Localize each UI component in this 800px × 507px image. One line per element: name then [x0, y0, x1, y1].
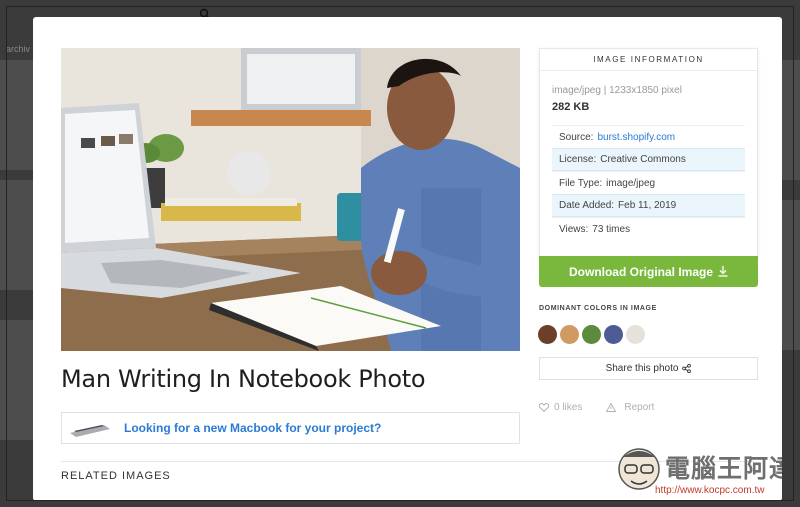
image-information-card: IMAGE INFORMATION image/jpeg | 1233x1850… — [539, 48, 758, 260]
watermark-brand: 電腦王阿達 — [665, 454, 782, 483]
source-link[interactable]: burst.shopify.com — [597, 132, 675, 143]
info-row-key: License: — [559, 154, 597, 165]
info-row-license: License: Creative Commons — [552, 148, 745, 171]
info-row-value: Creative Commons — [600, 154, 686, 165]
background-thumbnail — [0, 320, 33, 440]
watermark: 電腦王阿達 http://www.kocpc.com.tw — [615, 445, 782, 501]
macbook-promo-banner[interactable]: Looking for a new Macbook for your proje… — [61, 412, 520, 444]
report-link[interactable]: Report — [624, 402, 654, 413]
social-actions: 0 likes Report — [539, 402, 654, 413]
color-swatch[interactable] — [560, 325, 579, 344]
download-icon — [718, 266, 728, 277]
background-label: archiv — [6, 44, 31, 54]
download-button-label: Download Original Image — [568, 264, 714, 279]
image-file-size: 282 KB — [552, 101, 590, 113]
info-row-date-added: Date Added: Feb 11, 2019 — [552, 194, 745, 217]
background-thumbnail — [0, 60, 33, 170]
share-photo-button[interactable]: Share this photo — [539, 357, 758, 380]
info-row-source: Source: burst.shopify.com — [552, 125, 745, 148]
background-thumbnail — [782, 60, 800, 180]
warning-icon[interactable] — [606, 403, 617, 412]
color-swatches — [538, 325, 648, 344]
info-row-key: Date Added: — [559, 200, 615, 211]
image-detail-modal: Man Writing In Notebook Photo Looking fo… — [33, 17, 782, 501]
background-thumbnail — [782, 200, 800, 350]
info-row-key: Views: — [559, 223, 589, 235]
info-row-value: image/jpeg — [606, 177, 656, 189]
info-row-views: Views: 73 times — [552, 217, 745, 240]
page-title: Man Writing In Notebook Photo — [61, 365, 426, 393]
info-row-key: File Type: — [559, 177, 603, 189]
color-swatch[interactable] — [538, 325, 557, 344]
info-row-value: Feb 11, 2019 — [618, 200, 677, 211]
related-images-heading: RELATED IMAGES — [61, 470, 171, 482]
background-thumbnail — [0, 180, 33, 290]
color-swatch[interactable] — [626, 325, 645, 344]
share-icon — [682, 364, 692, 373]
download-original-button[interactable]: Download Original Image — [539, 256, 758, 287]
dominant-colors-label: DOMINANT COLORS IN IMAGE — [539, 305, 657, 312]
image-information-header: IMAGE INFORMATION — [540, 49, 757, 71]
info-row-file-type: File Type: image/jpeg — [552, 171, 745, 194]
color-swatch[interactable] — [604, 325, 623, 344]
likes-count[interactable]: 0 likes — [554, 402, 582, 413]
color-swatch[interactable] — [582, 325, 601, 344]
main-photo[interactable] — [61, 48, 520, 351]
image-mime-dimensions: image/jpeg | 1233x1850 pixel — [552, 85, 682, 96]
info-row-key: Source: — [559, 131, 594, 143]
macbook-thumbnail — [70, 425, 110, 437]
share-button-label: Share this photo — [605, 363, 679, 374]
photo-illustration — [61, 48, 520, 351]
info-row-value: 73 times — [592, 223, 631, 235]
macbook-promo-link[interactable]: Looking for a new Macbook for your proje… — [124, 421, 381, 435]
watermark-url: http://www.kocpc.com.tw — [655, 485, 765, 496]
heart-icon[interactable] — [539, 403, 549, 412]
